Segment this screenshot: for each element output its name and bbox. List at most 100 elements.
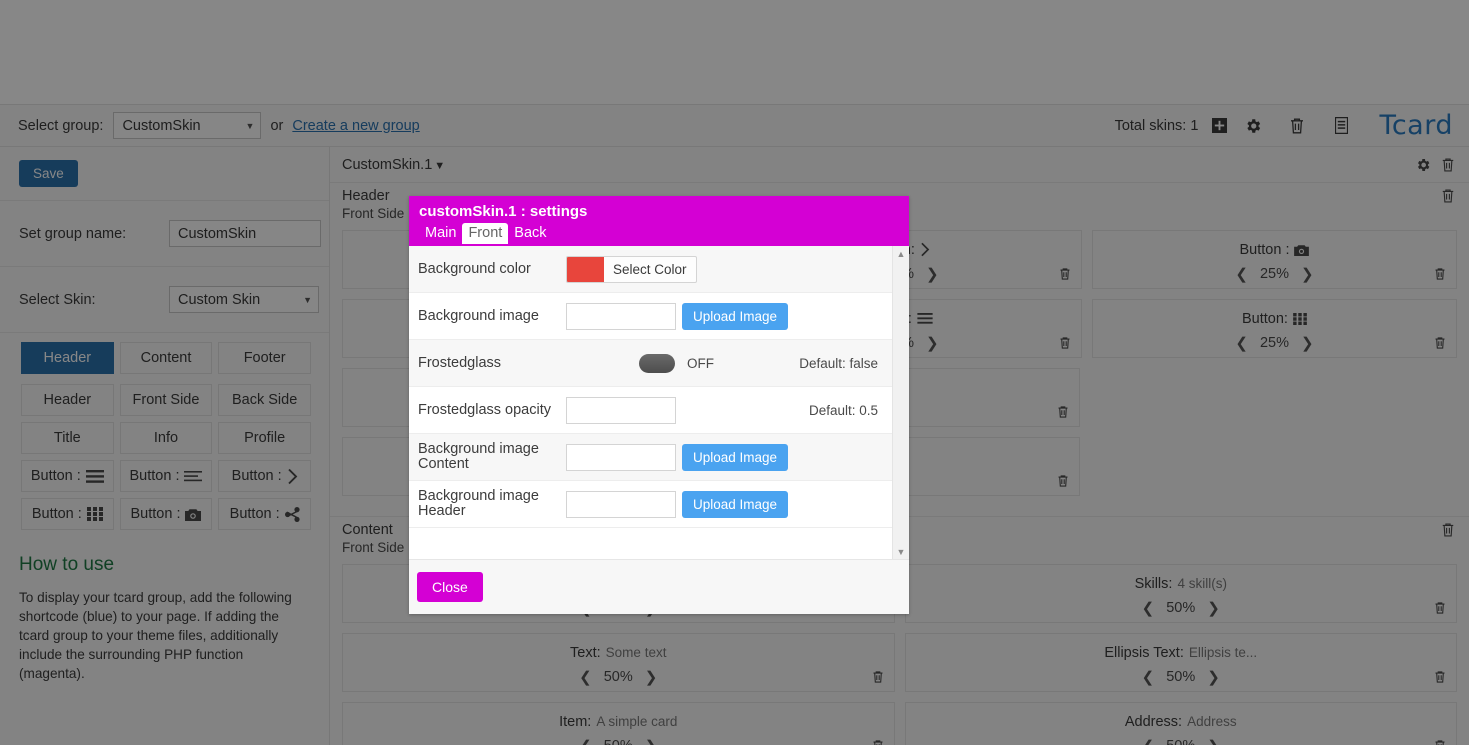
element-button-list[interactable]: Button :	[119, 460, 213, 492]
modal-scrollbar[interactable]: ▲ ▼	[892, 246, 909, 559]
card-item[interactable]: Item: A simple card ❮ 50% ❯	[342, 702, 895, 745]
card-address[interactable]: Address: Address ❮ 50% ❯	[904, 702, 1457, 745]
element-button-next[interactable]: Button :	[218, 460, 311, 492]
next-icon[interactable]: ❯	[1207, 737, 1220, 745]
tab-back[interactable]: Back	[508, 223, 552, 244]
setting-label: Background image Content	[418, 441, 539, 472]
tab-footer[interactable]: Footer	[218, 342, 311, 374]
next-icon[interactable]: ❯	[926, 334, 939, 352]
prev-icon[interactable]: ❮	[1142, 599, 1155, 617]
next-icon[interactable]: ❯	[1207, 668, 1220, 686]
prev-icon[interactable]: ❮	[1235, 265, 1248, 283]
next-icon[interactable]: ❯	[1207, 599, 1220, 617]
element-button-info[interactable]: Info	[119, 422, 213, 454]
prev-icon[interactable]: ❮	[579, 668, 592, 686]
scroll-down-icon[interactable]: ▼	[893, 544, 909, 559]
trash-icon[interactable]	[1434, 739, 1446, 745]
element-buttons: Header Front Side Back Side Title Info P…	[0, 380, 329, 536]
next-icon[interactable]: ❯	[1301, 265, 1314, 283]
upload-image-button[interactable]: Upload Image	[682, 490, 789, 518]
card-control: ❮ 25% ❯	[1093, 265, 1456, 283]
element-button-header[interactable]: Header	[21, 384, 114, 416]
element-button-grid[interactable]: Button :	[21, 498, 114, 530]
save-button[interactable]: Save	[19, 160, 78, 187]
trash-icon[interactable]	[1057, 405, 1069, 419]
block-title: Header	[342, 188, 390, 204]
trash-icon[interactable]	[1434, 267, 1446, 281]
next-icon[interactable]: ❯	[926, 265, 939, 283]
trash-icon[interactable]	[1275, 111, 1319, 141]
tab-main[interactable]: Main	[419, 223, 462, 244]
background-image-content-input[interactable]	[566, 443, 676, 471]
element-button-share[interactable]: Button :	[218, 498, 311, 530]
trash-icon[interactable]	[1441, 157, 1455, 173]
trash-icon[interactable]	[1434, 670, 1446, 684]
trash-icon[interactable]	[1441, 188, 1455, 204]
group-name-input[interactable]: CustomSkin	[169, 220, 321, 247]
card-value: A simple card	[596, 714, 678, 729]
scroll-up-icon[interactable]: ▲	[893, 246, 909, 261]
add-skin-icon[interactable]	[1207, 111, 1231, 141]
prev-icon[interactable]: ❮	[1235, 334, 1248, 352]
trash-icon[interactable]	[1434, 601, 1446, 615]
prev-icon[interactable]: ❮	[1142, 668, 1155, 686]
card-value: 4 skill(s)	[1177, 576, 1227, 591]
frostedglass-toggle[interactable]	[639, 353, 675, 373]
prev-icon[interactable]: ❮	[1142, 737, 1155, 745]
element-button-title[interactable]: Title	[21, 422, 114, 454]
percent-value: 25%	[1259, 266, 1290, 282]
card-control: ❮ 50% ❯	[343, 668, 894, 686]
section-tabs: Header Content Footer	[0, 333, 329, 380]
trash-icon[interactable]	[1059, 336, 1071, 350]
create-new-group-link[interactable]: Create a new group	[292, 118, 419, 134]
setting-label: Background image Header	[418, 488, 539, 519]
element-button-menu[interactable]: Button :	[21, 460, 114, 492]
percent-value: 25%	[1259, 335, 1290, 351]
card-title: Ellipsis Text: Ellipsis te...	[1104, 644, 1258, 661]
trash-icon[interactable]	[1057, 474, 1069, 488]
next-icon[interactable]: ❯	[645, 737, 658, 745]
element-button-profile[interactable]: Profile	[218, 422, 311, 454]
card-title: Text: Some text	[570, 644, 667, 661]
element-button-camera[interactable]: Button :	[119, 498, 213, 530]
skin-select[interactable]: Custom Skin ▼	[169, 286, 319, 313]
background-image-input[interactable]	[566, 302, 676, 330]
close-button[interactable]: Close	[417, 572, 483, 602]
setting-label: Frostedglass	[418, 354, 502, 371]
trash-icon[interactable]	[1059, 267, 1071, 281]
gear-icon[interactable]	[1231, 111, 1275, 141]
prev-icon[interactable]: ❮	[579, 737, 592, 745]
card-ellipsis-text[interactable]: Ellipsis Text: Ellipsis te... ❮ 50% ❯	[904, 633, 1457, 692]
color-swatch[interactable]	[567, 256, 604, 282]
trash-icon[interactable]	[1441, 522, 1455, 538]
trash-icon[interactable]	[872, 739, 884, 745]
or-text: or	[270, 117, 284, 134]
card-button-grid-b[interactable]: Button: ❮ 25% ❯	[1092, 299, 1457, 358]
card-button-camera[interactable]: Button : ❮ 25% ❯	[1092, 230, 1457, 289]
skin-title[interactable]: CustomSkin.1 ▼	[342, 157, 445, 173]
how-to-use: How to use To display your tcard group, …	[0, 536, 329, 683]
group-select[interactable]: CustomSkin ▼	[113, 112, 262, 139]
next-icon[interactable]: ❯	[645, 668, 658, 686]
next-icon[interactable]: ❯	[1301, 334, 1314, 352]
card-skills[interactable]: Skills: 4 skill(s) ❮ 50% ❯	[904, 564, 1457, 623]
upload-image-button[interactable]: Upload Image	[682, 443, 789, 471]
select-color-button[interactable]: Select Color	[604, 262, 696, 277]
tab-front[interactable]: Front	[462, 223, 509, 244]
log-icon[interactable]	[1319, 111, 1363, 141]
gear-icon[interactable]	[1415, 157, 1431, 173]
background-image-header-input[interactable]	[566, 490, 676, 518]
element-button-front-side[interactable]: Front Side	[119, 384, 213, 416]
tab-content[interactable]: Content	[119, 342, 213, 374]
tab-header[interactable]: Header	[21, 342, 114, 374]
frostedglass-opacity-input[interactable]	[566, 396, 676, 424]
trash-icon[interactable]	[1434, 336, 1446, 350]
upload-image-button[interactable]: Upload Image	[682, 302, 789, 330]
trash-icon[interactable]	[872, 670, 884, 684]
setting-background-image-content: Background image Content Upload Image	[409, 434, 892, 481]
color-picker[interactable]: Select Color	[566, 255, 697, 283]
card-text[interactable]: Text: Some text ❮ 50% ❯	[342, 633, 895, 692]
element-button-back-side[interactable]: Back Side	[218, 384, 311, 416]
skin-header: CustomSkin.1 ▼	[330, 147, 1469, 183]
how-to-use-body: To display your tcard group, add the fol…	[19, 590, 292, 681]
